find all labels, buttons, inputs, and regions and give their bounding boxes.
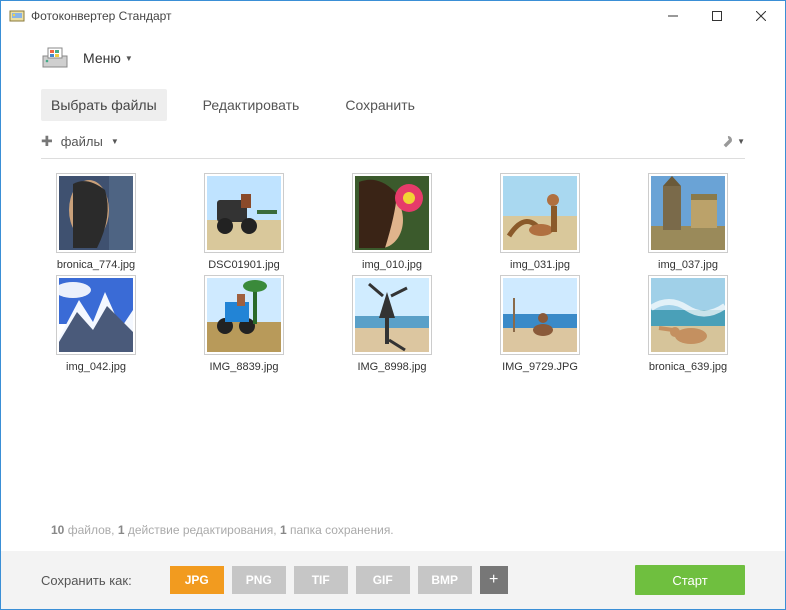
thumbnail-image — [352, 275, 432, 355]
thumbnail-image — [56, 173, 136, 253]
close-button[interactable] — [739, 2, 783, 30]
tab-save[interactable]: Сохранить — [335, 89, 425, 121]
thumbnail-image — [204, 173, 284, 253]
thumbnail-filename: img_010.jpg — [337, 259, 447, 271]
thumbnail[interactable]: img_037.jpg — [633, 173, 743, 271]
status-line: 10 файлов, 1 действие редактирования, 1 … — [1, 523, 785, 551]
format-tif[interactable]: TIF — [294, 566, 348, 594]
thumbnail-filename: IMG_8839.jpg — [189, 361, 299, 373]
add-format-button[interactable]: + — [480, 566, 508, 594]
menu-label: Меню — [83, 50, 121, 66]
add-files-button[interactable]: ✚ файлы ▼ — [41, 133, 119, 150]
thumbnail[interactable]: IMG_9729.JPG — [485, 275, 595, 373]
thumbnail-image — [648, 173, 728, 253]
thumbnail[interactable]: img_010.jpg — [337, 173, 447, 271]
thumbnail-image — [648, 275, 728, 355]
thumbnail[interactable]: bronica_639.jpg — [633, 275, 743, 373]
chevron-down-icon: ▼ — [125, 54, 133, 63]
thumbnail-filename: img_042.jpg — [41, 361, 151, 373]
titlebar: Фотоконвертер Стандарт — [1, 1, 785, 31]
bottom-bar: Сохранить как: JPG PNG TIF GIF BMP + Старт — [1, 551, 785, 609]
thumbnail-image — [56, 275, 136, 355]
thumbnail-grid: bronica_774.jpgDSC01901.jpgimg_010.jpgim… — [1, 159, 785, 523]
thumbnail-filename: bronica_774.jpg — [41, 259, 151, 271]
thumbnail[interactable]: DSC01901.jpg — [189, 173, 299, 271]
thumbnail[interactable]: img_042.jpg — [41, 275, 151, 373]
thumbnail-filename: img_037.jpg — [633, 259, 743, 271]
thumbnail[interactable]: IMG_8998.jpg — [337, 275, 447, 373]
tab-select-files[interactable]: Выбрать файлы — [41, 89, 167, 121]
thumbnail-filename: IMG_8998.jpg — [337, 361, 447, 373]
thumbnail[interactable]: IMG_8839.jpg — [189, 275, 299, 373]
chevron-down-icon: ▼ — [111, 137, 119, 146]
save-as-label: Сохранить как: — [41, 573, 132, 588]
chevron-down-icon: ▼ — [737, 137, 745, 146]
thumbnail-filename: IMG_9729.JPG — [485, 361, 595, 373]
minimize-button[interactable] — [651, 2, 695, 30]
tab-edit[interactable]: Редактировать — [193, 89, 310, 121]
thumbnail-filename: img_031.jpg — [485, 259, 595, 271]
thumbnail-filename: bronica_639.jpg — [633, 361, 743, 373]
menu-button[interactable]: Меню ▼ — [83, 50, 133, 66]
thumbnail[interactable]: bronica_774.jpg — [41, 173, 151, 271]
start-button[interactable]: Старт — [635, 565, 745, 595]
thumbnail-image — [204, 275, 284, 355]
app-icon — [9, 8, 25, 24]
format-jpg[interactable]: JPG — [170, 566, 224, 594]
format-gif[interactable]: GIF — [356, 566, 410, 594]
maximize-button[interactable] — [695, 2, 739, 30]
tools-button[interactable]: ▼ — [719, 135, 745, 149]
window-title: Фотоконвертер Стандарт — [31, 9, 651, 23]
thumbnail[interactable]: img_031.jpg — [485, 173, 595, 271]
thumbnail-image — [352, 173, 432, 253]
menu-row: Меню ▼ — [1, 39, 785, 77]
format-bmp[interactable]: BMP — [418, 566, 472, 594]
thumbnail-image — [500, 275, 580, 355]
tabs: Выбрать файлы Редактировать Сохранить — [1, 89, 785, 121]
plus-icon: ✚ — [41, 133, 53, 150]
thumbnail-filename: DSC01901.jpg — [189, 259, 299, 271]
thumbnail-image — [500, 173, 580, 253]
format-png[interactable]: PNG — [232, 566, 286, 594]
printer-icon — [41, 47, 69, 69]
wrench-icon — [719, 135, 733, 149]
sub-toolbar: ✚ файлы ▼ ▼ — [1, 133, 785, 150]
add-files-label: файлы — [61, 134, 103, 149]
